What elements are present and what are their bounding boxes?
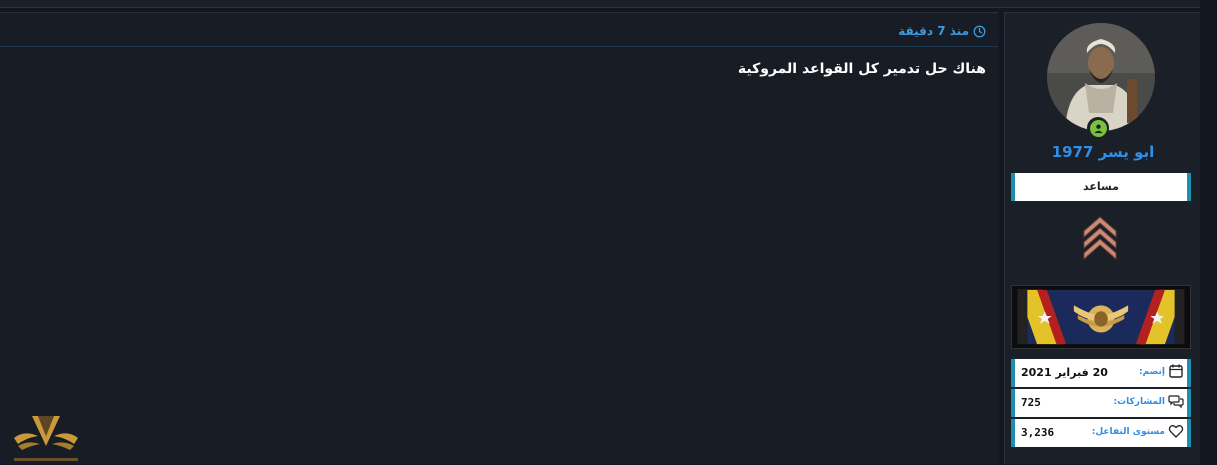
stat-reaction-label: مستوى التفاعل:: [1091, 427, 1165, 437]
stat-reaction: مستوى التفاعل: 3,236: [1011, 419, 1191, 447]
post-body-text: هناك حل تدمير كل القواعد المروكية: [737, 61, 986, 77]
user-online-icon: [1093, 123, 1103, 133]
stat-joined-value: 20 فبراير 2021: [1021, 366, 1108, 379]
stat-reaction-value: 3,236: [1021, 426, 1055, 439]
comments-icon: [1168, 395, 1184, 409]
award-ribbon-banner: [1011, 285, 1191, 349]
stat-posts-value: 725: [1021, 396, 1041, 409]
stat-joined-label: إنضم:: [1139, 367, 1165, 377]
user-role-badge: مساعد: [1011, 173, 1191, 201]
post-meta-bar: منذ 7 دقيقة: [0, 13, 998, 47]
post-time-label: منذ 7 دقيقة: [898, 24, 969, 38]
avatar-image: [1047, 23, 1155, 131]
stat-posts: المشاركات: 725: [1011, 389, 1191, 417]
online-status-indicator: [1087, 117, 1109, 139]
site-logo: [14, 416, 78, 461]
calendar-icon: [1169, 364, 1183, 378]
top-strip: [0, 0, 1200, 8]
avatar[interactable]: [1047, 23, 1155, 131]
heart-icon: [1168, 425, 1184, 438]
stat-joined: إنضم: 20 فبراير 2021: [1011, 359, 1191, 387]
rank-chevron-icon: [1083, 216, 1117, 261]
user-sidebar: ابو يسر 1977 مساعد إنضم: 20 فبراير 2021 …: [1004, 12, 1200, 464]
clock-icon: [973, 25, 986, 37]
post-timestamp-link[interactable]: منذ 7 دقيقة: [898, 24, 986, 38]
stat-posts-label: المشاركات:: [1113, 397, 1165, 407]
post-content: منذ 7 دقيقة هناك حل تدمير كل القواعد الم…: [0, 12, 998, 464]
username-link[interactable]: ابو يسر 1977: [1005, 143, 1201, 161]
